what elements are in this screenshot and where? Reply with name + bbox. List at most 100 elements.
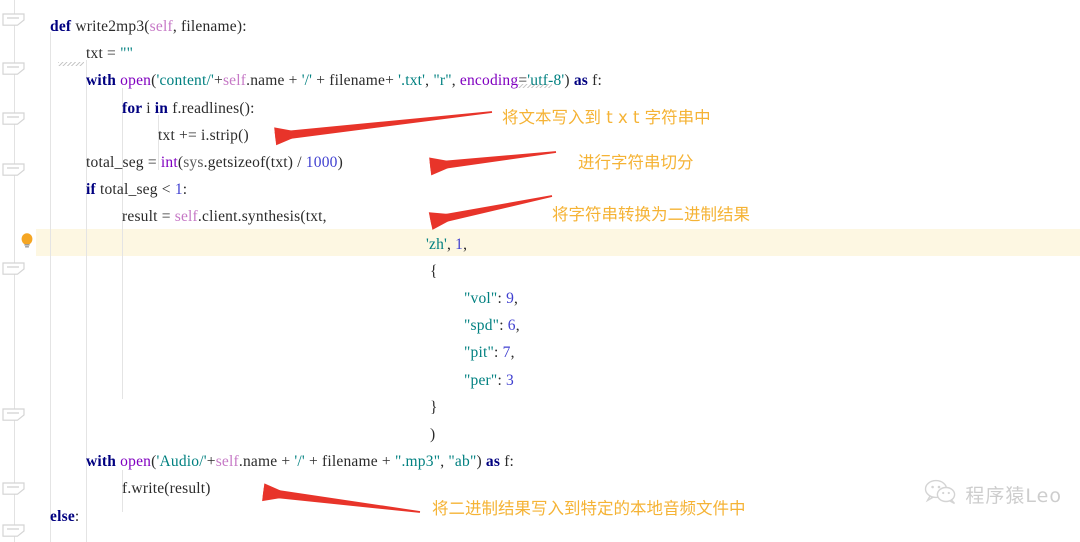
code-token: ) <box>476 453 486 471</box>
code-token: 'Audio/' <box>156 453 207 471</box>
code-line: "per": 3 <box>464 371 514 389</box>
code-token: : <box>182 181 188 199</box>
code-token: self <box>174 208 198 226</box>
editor-code-area[interactable]: def write2mp3(self, filename): txt = "" wi… <box>0 0 1080 542</box>
code-token: with <box>86 72 121 90</box>
code-token: open <box>120 72 152 90</box>
code-token: f.write(result) <box>122 480 211 498</box>
chevron-fold-icon[interactable] <box>2 482 26 495</box>
code-line: { <box>430 264 438 280</box>
chevron-fold-icon[interactable] <box>2 262 26 275</box>
code-token: total_seg = <box>86 154 161 171</box>
wechat-icon <box>924 479 958 510</box>
code-token: i <box>146 99 155 117</box>
code-token: self <box>222 72 247 90</box>
code-token: ".mp3" <box>394 453 441 471</box>
code-token: : <box>497 371 507 389</box>
code-token: as <box>485 453 505 471</box>
lightbulb-icon[interactable] <box>19 232 35 250</box>
code-token: , <box>451 72 460 90</box>
indent-guide <box>50 32 51 542</box>
code-token: f: <box>504 453 515 471</box>
code-token: with <box>86 453 121 471</box>
code-line: total_seg = int(sys.getsizeof(txt) / 100… <box>86 155 343 171</box>
annotation-label: 进行字符串切分 <box>578 153 694 172</box>
code-token: 1000 <box>305 154 338 171</box>
code-token: for <box>122 99 147 117</box>
code-token: txt = <box>86 45 121 63</box>
code-token: 7 <box>502 344 511 362</box>
code-token: sys <box>183 154 204 171</box>
code-token: , <box>447 235 456 253</box>
code-token: 'content/' <box>156 72 214 90</box>
code-line: else: <box>50 507 80 525</box>
code-token: "r" <box>433 72 452 90</box>
code-line: "spd": 6, <box>464 318 520 334</box>
code-line: } <box>430 400 438 416</box>
chevron-fold-icon[interactable] <box>2 524 26 537</box>
indent-guide <box>122 224 123 399</box>
code-token: , <box>514 290 519 307</box>
code-token: 1 <box>455 235 464 253</box>
code-token: result = <box>122 208 175 226</box>
code-token: ) <box>430 426 436 443</box>
code-token: self <box>215 453 239 471</box>
code-line: 'zh', 1, <box>426 235 468 253</box>
code-token: if <box>86 181 100 199</box>
code-token: "pit" <box>464 344 495 362</box>
code-token: .getsizeof(txt) / <box>203 154 306 171</box>
code-token: else <box>50 507 75 525</box>
code-token: < <box>161 181 175 199</box>
code-line: "pit": 7, <box>464 345 515 361</box>
code-token: self <box>149 18 173 35</box>
code-line: ) <box>430 427 435 443</box>
code-token: , filename): <box>172 18 247 35</box>
code-token: write2mp3( <box>75 18 150 35</box>
code-line: for i in f.readlines(): <box>122 99 255 117</box>
chevron-fold-icon[interactable] <box>2 163 26 176</box>
code-token: int <box>160 154 178 171</box>
code-line: txt = "" <box>86 46 133 62</box>
code-line: def write2mp3(self, filename): <box>50 19 247 35</box>
code-token: .client.synthesis(txt, <box>197 208 327 226</box>
code-token: : <box>74 507 80 525</box>
chevron-fold-icon[interactable] <box>2 13 26 26</box>
code-token: , <box>463 235 468 253</box>
spell-warning-squiggle <box>58 62 84 66</box>
code-editor-screenshot: def write2mp3(self, filename): txt = "" wi… <box>0 0 1080 542</box>
code-line: f.write(result) <box>122 481 211 497</box>
code-line: if total_seg < 1: <box>86 182 187 198</box>
annotation-label: 将字符串转换为二进制结果 <box>552 205 750 224</box>
code-token: total_seg <box>99 181 162 199</box>
code-token: open <box>120 453 152 471</box>
code-token: 'zh' <box>426 235 448 253</box>
current-line-highlight <box>0 228 1080 256</box>
code-token: as <box>573 72 593 90</box>
code-token: : <box>499 317 508 335</box>
code-token: '.txt' <box>398 72 426 90</box>
code-token: 9 <box>506 290 515 307</box>
spell-warning-squiggle <box>518 84 552 88</box>
code-line: with open('Audio/'+self.name + '/' + fil… <box>86 454 514 470</box>
code-token: "" <box>120 45 134 63</box>
code-token: { <box>430 262 438 280</box>
chevron-fold-icon[interactable] <box>2 62 26 75</box>
code-token: , <box>515 317 520 335</box>
code-token: .name + <box>246 72 302 90</box>
code-token: '/' <box>294 453 305 471</box>
editor-gutter[interactable] <box>0 0 36 542</box>
code-token: , <box>510 344 515 362</box>
annotation-label: 将二进制结果写入到特定的本地音频文件中 <box>432 499 746 518</box>
code-token: 3 <box>506 371 514 389</box>
chevron-fold-icon[interactable] <box>2 408 26 421</box>
watermark-text: 程序猿Leo <box>965 485 1062 507</box>
code-token: def <box>50 18 76 35</box>
code-token: in <box>154 99 173 117</box>
code-token: + <box>206 453 216 471</box>
chevron-fold-icon[interactable] <box>2 112 26 125</box>
code-token: : <box>494 344 503 362</box>
code-token: txt += i.strip() <box>158 126 249 144</box>
code-token: encoding <box>459 72 519 90</box>
code-token: ) <box>564 72 574 90</box>
code-token: 1 <box>174 181 183 199</box>
